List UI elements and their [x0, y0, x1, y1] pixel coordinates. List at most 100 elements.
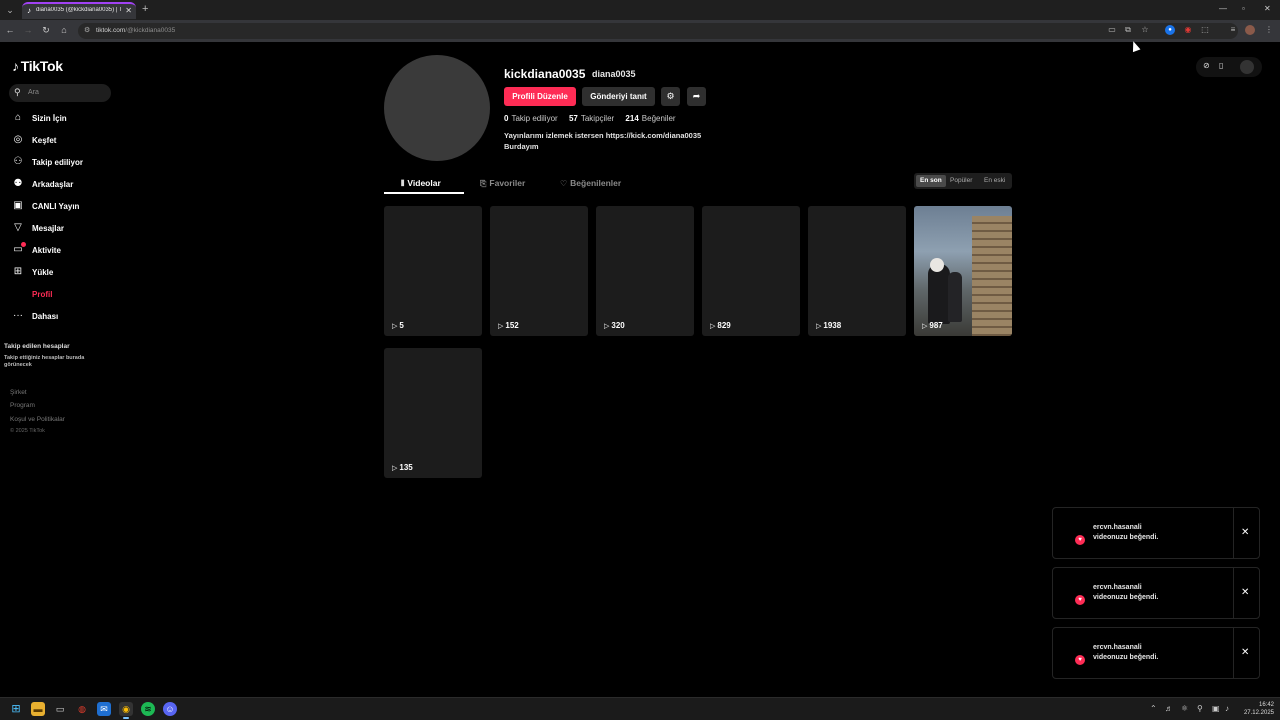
likes-label: Beğeniler	[641, 114, 676, 123]
nav-more[interactable]: ··· Dahası	[12, 309, 112, 325]
browser-menu-icon[interactable]: ⋮	[1264, 25, 1274, 35]
browser-profile-avatar[interactable]	[1245, 25, 1255, 35]
video-card[interactable]: ▷ 135	[384, 348, 482, 478]
footer-program-link[interactable]: Program	[10, 402, 35, 409]
edit-profile-button[interactable]: Profili Düzenle	[504, 87, 576, 106]
minimize-icon[interactable]: —	[1219, 4, 1227, 13]
video-card[interactable]: ▷ 1938	[808, 206, 906, 336]
mail-icon[interactable]: ✉	[97, 702, 111, 716]
nav-upload[interactable]: ⊞ Yükle	[12, 265, 112, 281]
close-icon[interactable]: ✕	[1241, 647, 1249, 658]
followers-label[interactable]: Takipçiler	[581, 114, 614, 123]
sort-latest[interactable]: En son	[916, 175, 946, 187]
person-add-icon: ⚇	[13, 156, 23, 167]
microphone-icon[interactable]: ⚲	[1197, 704, 1203, 713]
volume-icon[interactable]: ♪	[1225, 704, 1229, 713]
user-avatar[interactable]	[1240, 60, 1254, 74]
home-browser-icon[interactable]: ⌂	[58, 25, 70, 35]
following-accounts-empty: Takip ettiğiniz hesaplar burada görünece…	[4, 355, 85, 368]
forward-icon[interactable]: →	[22, 25, 34, 35]
translate-icon[interactable]: ⧉	[1123, 25, 1133, 35]
nav-for-you[interactable]: ⌂ Sizin İçin	[12, 111, 112, 127]
address-url: tiktok.com/@kickdiana0035	[96, 27, 176, 34]
screen-capture-icon[interactable]: ◍	[75, 702, 89, 716]
monitor-icon[interactable]: ▣	[1212, 704, 1220, 713]
compass-icon: ◎	[13, 134, 23, 145]
footer-company-link[interactable]: Şirket	[10, 389, 27, 396]
settings-gear-icon[interactable]: ⚙	[661, 87, 680, 106]
video-card[interactable]: ▷ 829	[702, 206, 800, 336]
notification-toast[interactable]: ♥ ercvn.hasanali videonuzu beğendi. ✕	[1052, 627, 1260, 679]
nav-profile[interactable]: Profil	[12, 287, 112, 303]
video-card[interactable]: ▷ 987	[914, 206, 1012, 336]
tab-favorites[interactable]: ⎘ Favoriler	[480, 178, 525, 198]
headset-icon[interactable]: ♬	[1165, 704, 1173, 713]
footer-terms-link[interactable]: Koşul ve Politikalar	[10, 416, 65, 423]
promote-post-button[interactable]: Gönderiyi tanıt	[582, 87, 655, 106]
video-view-count: ▷ 987	[922, 321, 943, 330]
extension-red-icon[interactable]: ◉	[1183, 25, 1193, 35]
install-app-icon[interactable]: ▭	[1107, 25, 1117, 35]
terminal-icon[interactable]: ▭	[53, 702, 67, 716]
windows-start-icon[interactable]: ⊞	[9, 702, 23, 716]
paper-plane-icon: ▽	[14, 222, 22, 233]
tab-videos[interactable]: ⫴ Videolar	[401, 178, 441, 198]
notification-toast[interactable]: ♥ ercvn.hasanali videonuzu beğendi. ✕	[1052, 507, 1260, 559]
nav-messages[interactable]: ▽ Mesajlar	[12, 221, 112, 237]
search-input[interactable]: ⚲ Ara	[9, 84, 111, 102]
profile-nickname: diana0035	[592, 69, 636, 79]
reload-icon[interactable]: ↻	[40, 25, 52, 36]
tiktok-logo[interactable]: ♪ TikTok	[12, 58, 63, 74]
sort-toggle: En son Popüler En eski	[914, 173, 1012, 189]
tab-liked[interactable]: ♡ Beğenilenler	[560, 178, 621, 198]
tab-title: diana0035 (@kickdiana0035) | TikTok	[36, 7, 122, 13]
close-icon[interactable]: ✕	[1241, 587, 1249, 598]
new-tab-icon[interactable]: +	[142, 3, 148, 15]
tray-overflow-icon[interactable]: ⌃	[1150, 704, 1157, 713]
tiktok-favicon-icon: ♪	[27, 6, 31, 15]
video-card[interactable]: ▷ 152	[490, 206, 588, 336]
play-icon: ▷	[816, 323, 822, 330]
browser-tab-active[interactable]: ♪ diana0035 (@kickdiana0035) | TikTok ✕	[22, 2, 136, 19]
tab-close-icon[interactable]: ✕	[125, 6, 132, 15]
video-view-count: ▷ 152	[498, 321, 519, 330]
nav-activity[interactable]: ▭ Aktivite	[12, 242, 112, 259]
network-icon[interactable]: ⚛	[1181, 704, 1188, 713]
media-control-icon[interactable]: ≡	[1228, 25, 1238, 35]
heart-icon: ♥	[1075, 535, 1085, 545]
phone-icon[interactable]: ▯	[1219, 61, 1223, 70]
extensions-puzzle-icon[interactable]: ⬚	[1200, 25, 1210, 35]
nav-live[interactable]: ▣ CANLI Yayın	[12, 199, 112, 215]
discord-icon[interactable]: ☺	[163, 702, 177, 716]
following-label[interactable]: Takip ediliyor	[511, 114, 557, 123]
chrome-icon[interactable]: ◉	[119, 702, 133, 716]
followers-count: 57	[568, 114, 578, 123]
address-bar[interactable]: ⚙ tiktok.com/@kickdiana0035	[78, 23, 1238, 39]
bookmark-star-icon[interactable]: ☆	[1140, 25, 1150, 35]
back-icon[interactable]: ←	[4, 25, 16, 35]
extension-blue-icon[interactable]: ●	[1165, 25, 1175, 35]
video-card[interactable]: ▷ 5	[384, 206, 482, 336]
coin-icon[interactable]: ⊘	[1203, 61, 1210, 70]
sort-popular[interactable]: Popüler	[946, 175, 976, 187]
play-icon: ▷	[392, 323, 398, 330]
notification-toast[interactable]: ♥ ercvn.hasanali videonuzu beğendi. ✕	[1052, 567, 1260, 619]
close-icon[interactable]: ✕	[1241, 527, 1249, 538]
file-explorer-icon[interactable]: ▬	[31, 702, 45, 716]
bookmark-icon: ⎘	[480, 179, 487, 188]
share-arrow-icon[interactable]: ➦	[687, 87, 706, 106]
tab-search-chevron-icon[interactable]: ⌄	[4, 4, 16, 16]
nav-friends[interactable]: ⚉ Arkadaşlar	[12, 177, 112, 193]
window-close-icon[interactable]: ✕	[1264, 4, 1271, 13]
sort-oldest[interactable]: En eski	[980, 175, 1009, 187]
video-card[interactable]: ▷ 320	[596, 206, 694, 336]
profile-avatar[interactable]	[384, 55, 490, 161]
following-count: 0	[504, 114, 509, 123]
nav-explore[interactable]: ◎ Keşfet	[12, 133, 112, 149]
search-placeholder: Ara	[28, 89, 39, 96]
site-info-icon[interactable]: ⚙	[84, 26, 90, 34]
spotify-icon[interactable]: ≋	[141, 702, 155, 716]
nav-following[interactable]: ⚇ Takip ediliyor	[12, 155, 112, 171]
maximize-icon[interactable]: ▫	[1242, 4, 1245, 13]
system-clock[interactable]: 16:42 27.12.2025	[1238, 701, 1274, 717]
